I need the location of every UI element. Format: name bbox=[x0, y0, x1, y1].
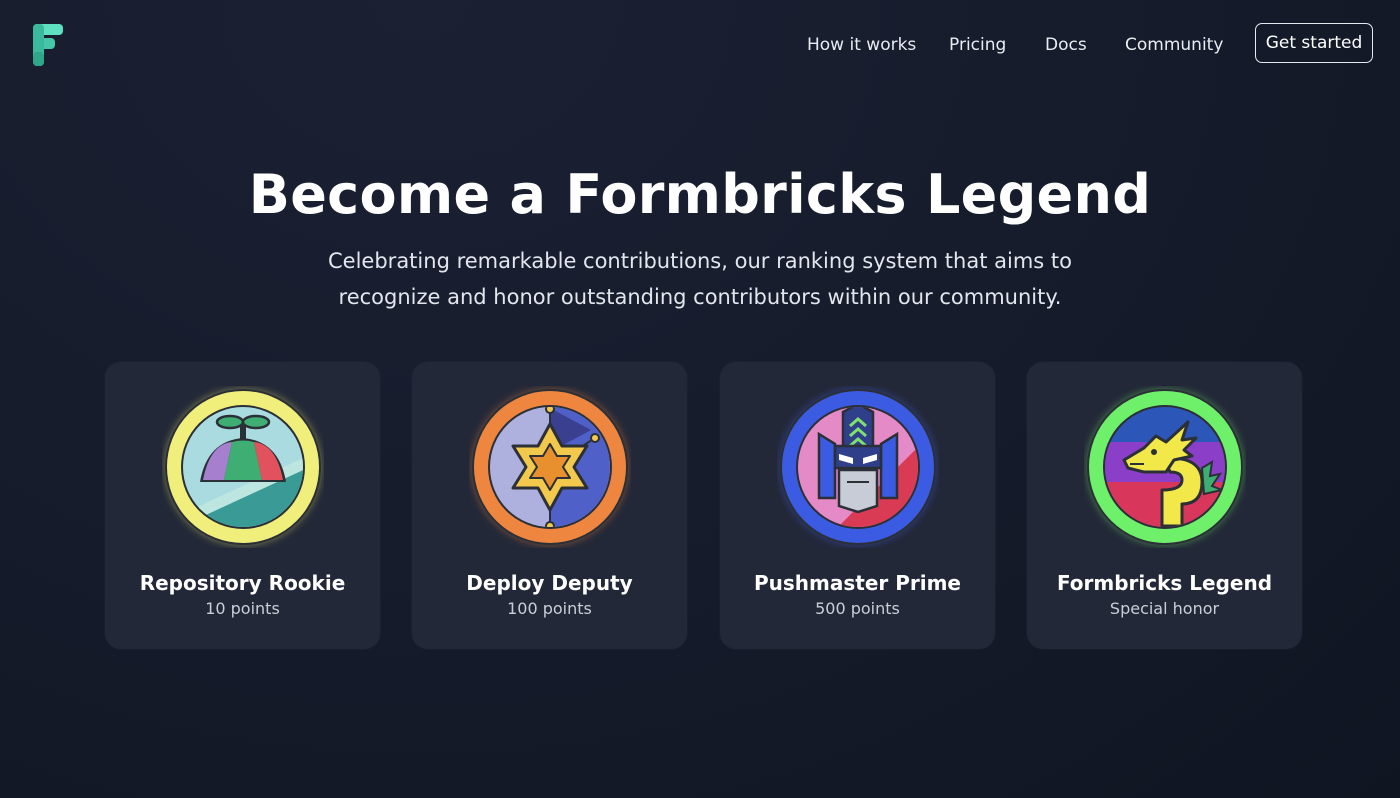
landing-page: How it works Pricing Docs Community Get … bbox=[0, 0, 1400, 798]
badge-points: 10 points bbox=[205, 599, 280, 618]
page-title: Become a Formbricks Legend bbox=[248, 163, 1152, 226]
nav-docs[interactable]: Docs bbox=[1045, 34, 1087, 56]
badge-points: 100 points bbox=[507, 599, 592, 618]
badge-points: 500 points bbox=[815, 599, 900, 618]
badge-title: Deploy Deputy bbox=[466, 571, 633, 595]
nav-pricing[interactable]: Pricing bbox=[949, 34, 1006, 56]
dragon-icon bbox=[1087, 389, 1243, 545]
badge-card-repository-rookie: Repository Rookie 10 points bbox=[105, 362, 380, 649]
badge-points: Special honor bbox=[1109, 599, 1220, 618]
badge-title: Repository Rookie bbox=[139, 571, 346, 595]
main-nav: How it works Pricing Docs Community bbox=[0, 34, 1400, 58]
badge-card-formbricks-legend: Formbricks Legend Special honor bbox=[1027, 362, 1302, 649]
badge-title: Formbricks Legend bbox=[1056, 571, 1273, 595]
propeller-hat-icon bbox=[165, 389, 321, 545]
badge-card-deploy-deputy: Deploy Deputy 100 points bbox=[412, 362, 687, 649]
nav-how-it-works[interactable]: How it works bbox=[807, 34, 916, 56]
badge-title: Pushmaster Prime bbox=[753, 571, 961, 595]
badge-card-pushmaster-prime: Pushmaster Prime 500 points bbox=[720, 362, 995, 649]
sheriff-star-icon bbox=[472, 389, 628, 545]
nav-community[interactable]: Community bbox=[1125, 34, 1223, 56]
page-subtitle: Celebrating remarkable contributions, ou… bbox=[328, 249, 1072, 309]
robot-head-icon bbox=[780, 389, 936, 545]
get-started-button[interactable]: Get started bbox=[1255, 23, 1373, 63]
